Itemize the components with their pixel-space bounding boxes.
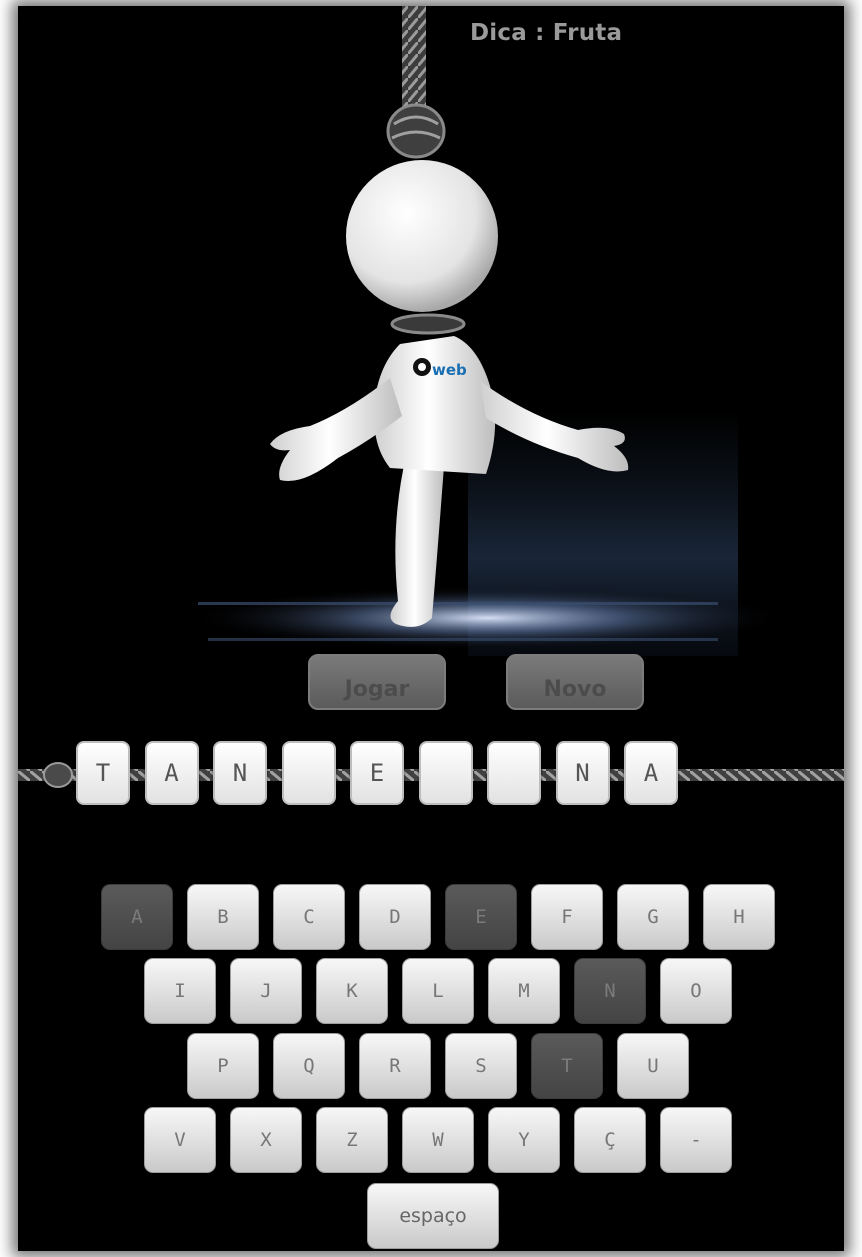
- key-t[interactable]: T: [531, 1033, 603, 1099]
- key-s[interactable]: S: [445, 1033, 517, 1099]
- key-h[interactable]: H: [703, 884, 775, 950]
- key-x[interactable]: X: [230, 1107, 302, 1173]
- word-display: TANENA: [18, 741, 844, 811]
- rope-knot-left: [43, 762, 73, 788]
- word-letter-tile: N: [555, 741, 610, 805]
- hint-label: Dica : Fruta: [470, 20, 623, 46]
- key-c-cedilla[interactable]: Ç: [574, 1107, 646, 1173]
- figure-head: [346, 160, 498, 312]
- play-button[interactable]: Jogar: [308, 654, 446, 710]
- key-hyphen[interactable]: -: [660, 1107, 732, 1173]
- key-a[interactable]: A: [101, 884, 173, 950]
- word-letter-tile: [487, 741, 541, 805]
- word-letter-tile: A: [144, 741, 199, 805]
- key-m[interactable]: M: [488, 958, 560, 1024]
- key-w[interactable]: W: [402, 1107, 474, 1173]
- game-stage: web Dica : Fruta Jogar Novo TANENA ABCDE…: [18, 6, 844, 1251]
- key-y[interactable]: Y: [488, 1107, 560, 1173]
- key-l[interactable]: L: [402, 958, 474, 1024]
- key-n[interactable]: N: [574, 958, 646, 1024]
- key-o[interactable]: O: [660, 958, 732, 1024]
- key-k[interactable]: K: [316, 958, 388, 1024]
- key-c[interactable]: C: [273, 884, 345, 950]
- hangman-scene: web: [188, 6, 788, 656]
- word-letter-tile: T: [76, 741, 130, 805]
- word-letter-tile: [418, 741, 473, 805]
- space-key[interactable]: espaço: [367, 1183, 499, 1249]
- key-e[interactable]: E: [445, 884, 517, 950]
- key-u[interactable]: U: [617, 1033, 689, 1099]
- key-p[interactable]: P: [187, 1033, 259, 1099]
- key-j[interactable]: J: [230, 958, 302, 1024]
- word-letter-tile: A: [624, 741, 678, 805]
- key-i[interactable]: I: [144, 958, 216, 1024]
- key-q[interactable]: Q: [273, 1033, 345, 1099]
- key-f[interactable]: F: [531, 884, 603, 950]
- key-d[interactable]: D: [359, 884, 431, 950]
- key-z[interactable]: Z: [316, 1107, 388, 1173]
- word-letter-tile: N: [213, 741, 267, 805]
- new-game-button[interactable]: Novo: [506, 654, 644, 710]
- svg-text:web: web: [432, 361, 467, 379]
- hanging-rope: [402, 6, 426, 116]
- key-b[interactable]: B: [187, 884, 259, 950]
- word-letter-tile: [281, 741, 336, 805]
- key-g[interactable]: G: [617, 884, 689, 950]
- key-r[interactable]: R: [359, 1033, 431, 1099]
- word-letter-tile: E: [350, 741, 404, 805]
- key-v[interactable]: V: [144, 1107, 216, 1173]
